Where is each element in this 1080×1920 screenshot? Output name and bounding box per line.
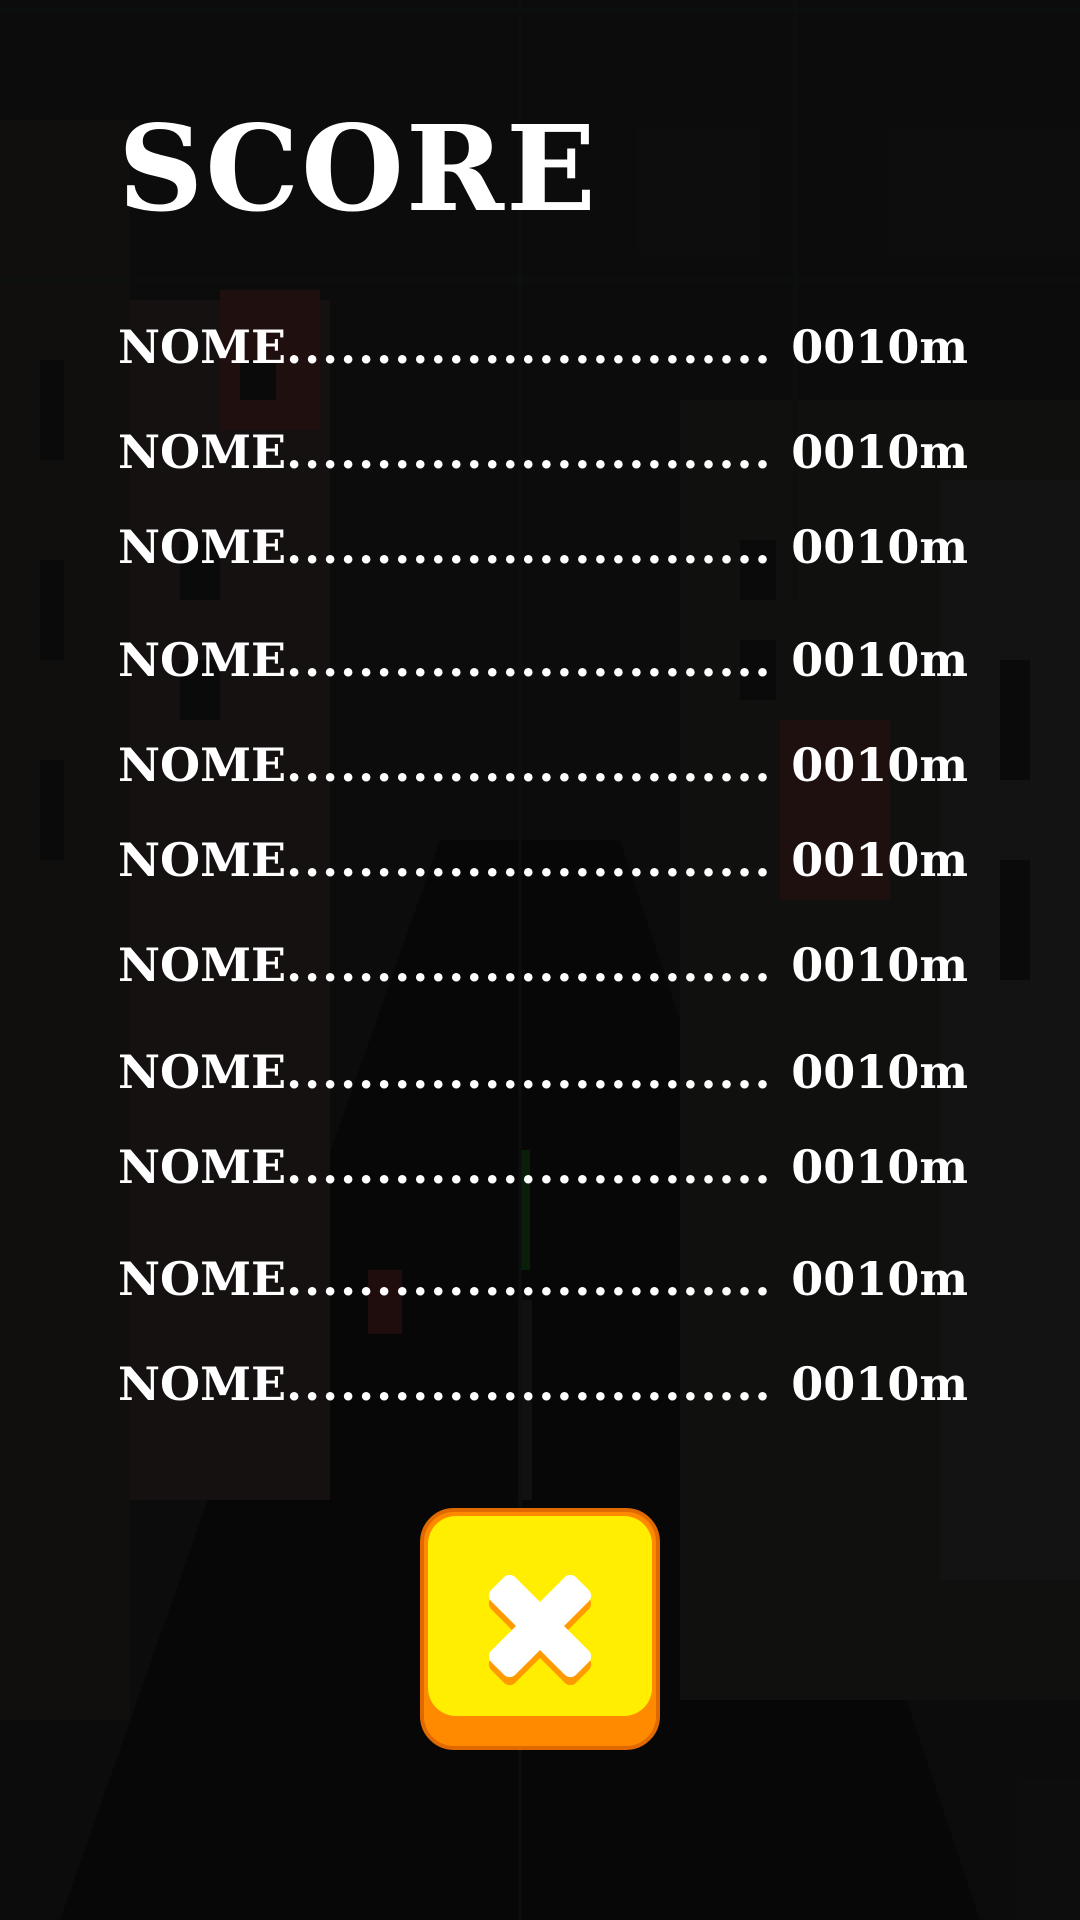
score-row: NOME........................... 0010m xyxy=(118,938,968,994)
score-title: SCORE xyxy=(118,99,598,238)
dot-leader: ........................... xyxy=(286,1357,773,1411)
score-row: NOME........................... 0010m xyxy=(118,833,968,889)
score-distance: 0010m xyxy=(791,833,968,887)
close-icon xyxy=(488,1574,592,1686)
score-row: NOME........................... 0010m xyxy=(118,1252,968,1308)
player-name: NOME xyxy=(118,833,287,887)
dot-leader: ........................... xyxy=(286,938,773,992)
score-row: NOME........................... 0010m xyxy=(118,1140,968,1196)
score-row: NOME........................... 0010m xyxy=(118,320,968,376)
score-row: NOME........................... 0010m xyxy=(118,425,968,481)
player-name: NOME xyxy=(118,1140,287,1194)
score-distance: 0010m xyxy=(791,738,968,792)
dot-leader: ........................... xyxy=(286,633,773,687)
player-name: NOME xyxy=(118,520,287,574)
player-name: NOME xyxy=(118,1045,287,1099)
score-row: NOME........................... 0010m xyxy=(118,1357,968,1413)
dot-leader: ........................... xyxy=(286,1252,773,1306)
dot-leader: ........................... xyxy=(286,520,773,574)
score-distance: 0010m xyxy=(791,1357,968,1411)
score-screen: SCORE NOME........................... 001… xyxy=(0,0,1080,1920)
score-distance: 0010m xyxy=(791,938,968,992)
score-row: NOME........................... 0010m xyxy=(118,520,968,576)
score-distance: 0010m xyxy=(791,1140,968,1194)
score-distance: 0010m xyxy=(791,425,968,479)
score-distance: 0010m xyxy=(791,520,968,574)
score-row: NOME........................... 0010m xyxy=(118,633,968,689)
player-name: NOME xyxy=(118,633,287,687)
score-row: NOME........................... 0010m xyxy=(118,738,968,794)
player-name: NOME xyxy=(118,320,287,374)
dot-leader: ........................... xyxy=(286,833,773,887)
player-name: NOME xyxy=(118,1357,287,1411)
dot-leader: ........................... xyxy=(286,738,773,792)
dot-leader: ........................... xyxy=(286,425,773,479)
score-row: NOME........................... 0010m xyxy=(118,1045,968,1101)
dot-leader: ........................... xyxy=(286,320,773,374)
score-distance: 0010m xyxy=(791,1045,968,1099)
player-name: NOME xyxy=(118,738,287,792)
dot-leader: ........................... xyxy=(286,1140,773,1194)
dot-leader: ........................... xyxy=(286,1045,773,1099)
player-name: NOME xyxy=(118,425,287,479)
score-distance: 0010m xyxy=(791,320,968,374)
player-name: NOME xyxy=(118,1252,287,1306)
close-button-face xyxy=(428,1516,652,1716)
score-distance: 0010m xyxy=(791,1252,968,1306)
player-name: NOME xyxy=(118,938,287,992)
close-button[interactable] xyxy=(420,1508,660,1750)
score-distance: 0010m xyxy=(791,633,968,687)
